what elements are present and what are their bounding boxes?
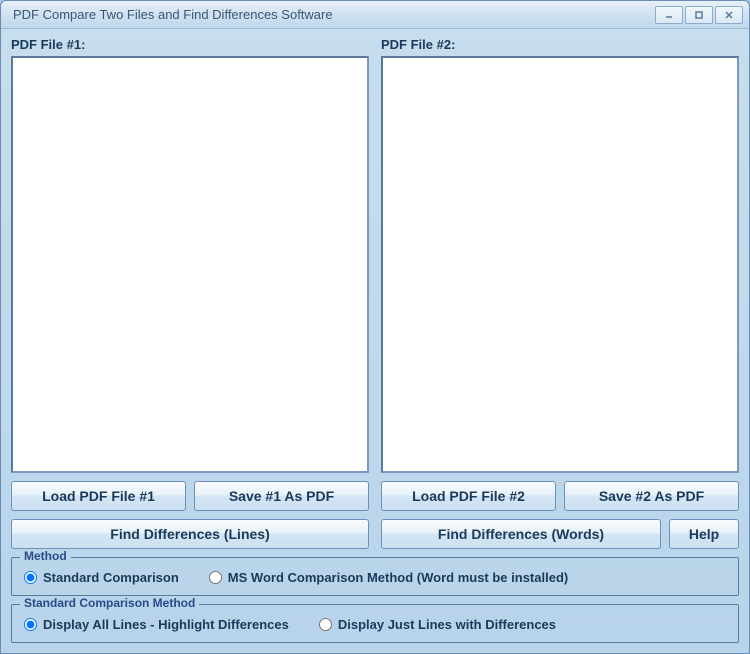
file-panel-2: PDF File #2: <box>381 37 739 473</box>
find-differences-words-button[interactable]: Find Differences (Words) <box>381 519 661 549</box>
close-icon <box>724 10 734 20</box>
file2-textarea[interactable] <box>381 56 739 473</box>
method-standard-label: Standard Comparison <box>43 570 179 585</box>
load-save-row: Load PDF File #1 Save #1 As PDF Load PDF… <box>11 481 739 511</box>
minimize-icon <box>664 10 674 20</box>
help-button[interactable]: Help <box>669 519 739 549</box>
file-panel-1: PDF File #1: <box>11 37 369 473</box>
load-file1-button[interactable]: Load PDF File #1 <box>11 481 186 511</box>
minimize-button[interactable] <box>655 6 683 24</box>
file1-textarea[interactable] <box>11 56 369 473</box>
app-window: PDF Compare Two Files and Find Differenc… <box>0 0 750 654</box>
find-lines-group: Find Differences (Lines) <box>11 519 369 549</box>
load-file2-button[interactable]: Load PDF File #2 <box>381 481 556 511</box>
compare-fieldset: Standard Comparison Method Display All L… <box>11 604 739 643</box>
compare-legend: Standard Comparison Method <box>20 596 199 610</box>
content-area: PDF File #1: PDF File #2: Load PDF File … <box>1 29 749 653</box>
compare-display-diff-label: Display Just Lines with Differences <box>338 617 556 632</box>
method-standard-radio[interactable] <box>24 571 37 584</box>
compare-display-all-radio[interactable] <box>24 618 37 631</box>
maximize-icon <box>694 10 704 20</box>
find-words-group: Find Differences (Words) Help <box>381 519 739 549</box>
compare-display-all-option[interactable]: Display All Lines - Highlight Difference… <box>24 617 289 632</box>
find-row: Find Differences (Lines) Find Difference… <box>11 519 739 549</box>
file-panels: PDF File #1: PDF File #2: <box>11 37 739 473</box>
file2-button-group: Load PDF File #2 Save #2 As PDF <box>381 481 739 511</box>
save-file1-button[interactable]: Save #1 As PDF <box>194 481 369 511</box>
titlebar[interactable]: PDF Compare Two Files and Find Differenc… <box>1 1 749 29</box>
method-legend: Method <box>20 549 71 563</box>
file1-button-group: Load PDF File #1 Save #1 As PDF <box>11 481 369 511</box>
window-title: PDF Compare Two Files and Find Differenc… <box>7 7 655 22</box>
method-radio-row: Standard Comparison MS Word Comparison M… <box>24 566 726 585</box>
compare-display-diff-radio[interactable] <box>319 618 332 631</box>
find-differences-lines-button[interactable]: Find Differences (Lines) <box>11 519 369 549</box>
compare-display-diff-option[interactable]: Display Just Lines with Differences <box>319 617 556 632</box>
maximize-button[interactable] <box>685 6 713 24</box>
window-controls <box>655 6 743 24</box>
file2-label: PDF File #2: <box>381 37 739 52</box>
method-msword-label: MS Word Comparison Method (Word must be … <box>228 570 568 585</box>
file1-label: PDF File #1: <box>11 37 369 52</box>
method-fieldset: Method Standard Comparison MS Word Compa… <box>11 557 739 596</box>
method-msword-option[interactable]: MS Word Comparison Method (Word must be … <box>209 570 568 585</box>
compare-radio-row: Display All Lines - Highlight Difference… <box>24 613 726 632</box>
save-file2-button[interactable]: Save #2 As PDF <box>564 481 739 511</box>
method-msword-radio[interactable] <box>209 571 222 584</box>
method-standard-option[interactable]: Standard Comparison <box>24 570 179 585</box>
close-button[interactable] <box>715 6 743 24</box>
compare-display-all-label: Display All Lines - Highlight Difference… <box>43 617 289 632</box>
